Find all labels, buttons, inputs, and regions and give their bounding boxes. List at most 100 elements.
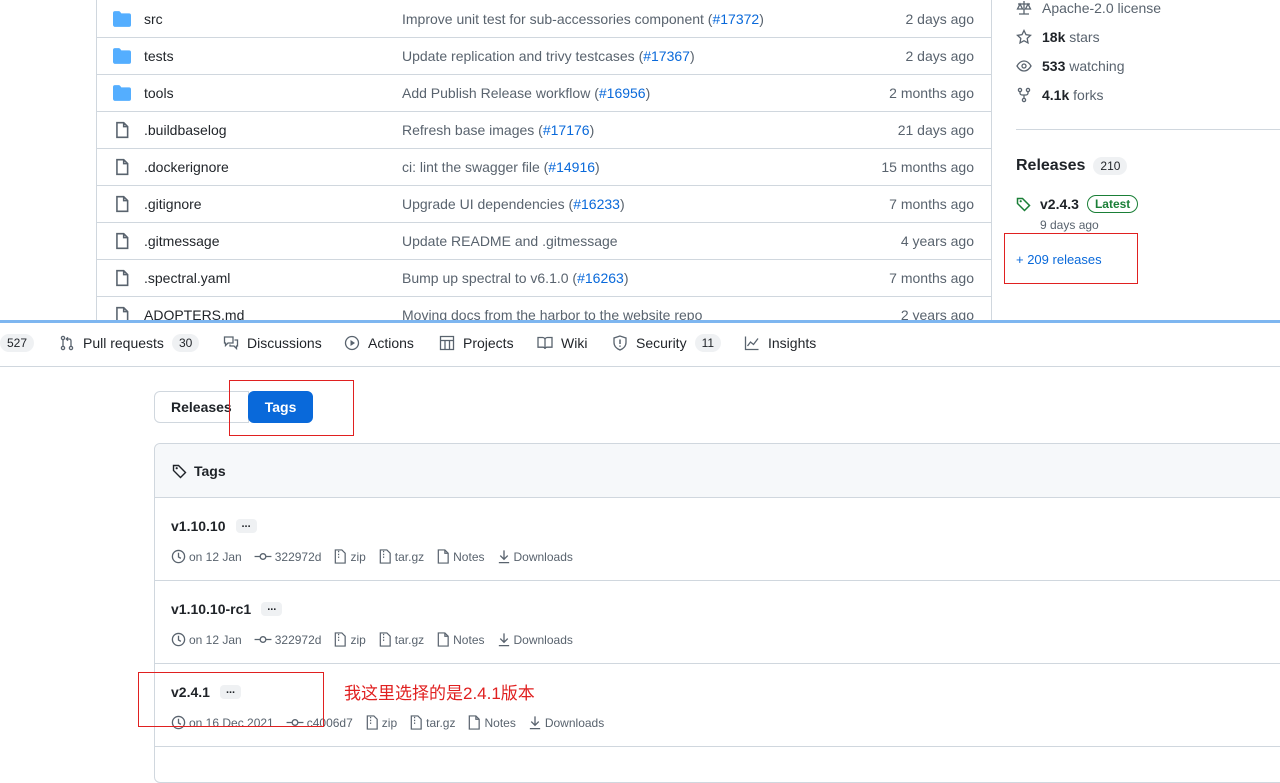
watching-link[interactable]: 533 watching [1016,58,1125,74]
law-icon [1016,1,1032,15]
tab-actions[interactable]: Actions [344,323,414,363]
commit-message[interactable]: Upgrade UI dependencies (#16233) [402,196,625,212]
expand-button[interactable]: ... [261,602,283,616]
security-count: 11 [694,334,722,352]
tag-row: v1.10.10-rc1... on 12 Jan 322972d zip ta… [155,581,1280,664]
commit-message[interactable]: Refresh base images (#17176) [402,122,594,138]
forks-link[interactable]: 4.1k forks [1016,87,1103,103]
repo-nav: 527 Pull requests 30 Discussions Actions… [0,323,1280,367]
commit-icon [254,636,272,643]
notes-link[interactable]: Notes [436,632,485,647]
commit-link[interactable]: 322972d [254,549,321,564]
file-name[interactable]: .gitmessage [144,233,219,249]
notes-link[interactable]: Notes [467,715,516,730]
file-row[interactable]: tools Add Publish Release workflow (#169… [97,74,991,111]
file-row[interactable]: .buildbaselog Refresh base images (#1717… [97,111,991,148]
file-zip-icon [410,715,422,730]
highlight-box-tags [229,380,354,436]
zip-link[interactable]: zip [365,715,397,730]
file-row[interactable]: tests Update replication and trivy testc… [97,37,991,74]
tab-discussions[interactable]: Discussions [223,323,322,363]
file-list: src Improve unit test for sub-accessorie… [96,0,992,322]
tab-security[interactable]: Security 11 [612,323,722,363]
commit-message[interactable]: Add Publish Release workflow (#16956) [402,85,650,101]
tag-date: on 12 Jan [171,632,242,647]
notes-link[interactable]: Notes [436,549,485,564]
pull-requests-count: 30 [171,334,200,352]
table-icon [439,335,455,351]
file-zip-icon [335,549,347,564]
file-row[interactable]: .gitignore Upgrade UI dependencies (#162… [97,185,991,222]
commit-age: 4 years ago [900,233,974,249]
tag-icon [1016,197,1031,212]
book-icon [537,336,553,350]
file-icon [437,549,449,564]
fork-icon [1017,87,1031,103]
tag-meta: on 12 Jan 322972d zip tar.gz Notes Downl… [171,549,585,564]
tab-pull-requests[interactable]: Pull requests 30 [59,323,200,363]
file-zip-icon [379,632,391,647]
tag-row: v1.10.10... on 12 Jan 322972d zip tar.gz… [155,498,1280,581]
file-name[interactable]: tests [144,48,174,64]
downloads-link[interactable]: Downloads [497,549,573,564]
file-icon [116,269,129,287]
download-icon [498,633,509,647]
downloads-link[interactable]: Downloads [497,632,573,647]
tag-icon [172,464,187,478]
file-name[interactable]: .dockerignore [144,159,229,175]
file-row[interactable]: .spectral.yaml Bump up spectral to v6.1.… [97,259,991,296]
play-icon [344,335,360,351]
tab-wiki[interactable]: Wiki [537,323,587,363]
latest-release-date: 9 days ago [1040,218,1099,232]
commit-age: 7 months ago [889,196,974,212]
file-name[interactable]: tools [144,85,174,101]
file-zip-icon [335,632,347,647]
clock-icon [171,632,186,647]
download-icon [498,550,509,564]
targz-link[interactable]: tar.gz [378,632,424,647]
latest-version[interactable]: v2.4.3 [1040,196,1079,212]
tab-issues[interactable]: 527 [0,323,35,363]
stars-link[interactable]: 18k stars [1016,29,1100,45]
latest-release[interactable]: v2.4.3 Latest [1016,195,1139,213]
file-icon [116,195,129,213]
zip-link[interactable]: zip [333,632,366,647]
tag-name[interactable]: v1.10.10-rc1... [171,601,283,617]
commit-message[interactable]: Bump up spectral to v6.1.0 (#16263) [402,270,628,286]
tag-date: on 12 Jan [171,549,242,564]
targz-link[interactable]: tar.gz [409,715,455,730]
commit-message[interactable]: Update README and .gitmessage [402,233,618,249]
commit-message[interactable]: Improve unit test for sub-accessories co… [402,11,764,27]
releases-count: 210 [1093,157,1128,175]
commit-age: 7 months ago [889,270,974,286]
file-name[interactable]: .buildbaselog [144,122,227,138]
pull-request-icon [60,335,74,351]
targz-link[interactable]: tar.gz [378,549,424,564]
graph-icon [744,336,759,351]
file-name[interactable]: .spectral.yaml [144,270,230,286]
tab-projects[interactable]: Projects [439,323,514,363]
clock-icon [171,549,186,564]
file-name[interactable]: src [144,11,163,27]
tab-insights[interactable]: Insights [744,323,816,363]
folder-icon [113,48,131,64]
file-name[interactable]: .gitignore [144,196,202,212]
issues-count: 527 [0,334,35,352]
commit-message[interactable]: ci: lint the swagger file (#14916) [402,159,600,175]
commit-link[interactable]: 322972d [254,632,321,647]
file-row[interactable]: .gitmessage Update README and .gitmessag… [97,222,991,259]
shield-icon [613,335,627,351]
file-row[interactable]: ADOPTERS.md Moving docs from the harbor … [97,296,991,322]
file-row[interactable]: src Improve unit test for sub-accessorie… [97,0,991,37]
zip-link[interactable]: zip [333,549,366,564]
commit-message[interactable]: Update replication and trivy testcases (… [402,48,695,64]
commit-icon [254,553,272,560]
releases-heading[interactable]: Releases 210 [1016,157,1128,175]
expand-button[interactable]: ... [235,519,257,533]
highlight-box-v241 [138,672,324,727]
file-row[interactable]: .dockerignore ci: lint the swagger file … [97,148,991,185]
license-link[interactable]: Apache-2.0 license [1016,0,1161,16]
downloads-link[interactable]: Downloads [528,715,604,730]
commit-age: 21 days ago [897,122,974,138]
tag-name[interactable]: v1.10.10... [171,518,257,534]
